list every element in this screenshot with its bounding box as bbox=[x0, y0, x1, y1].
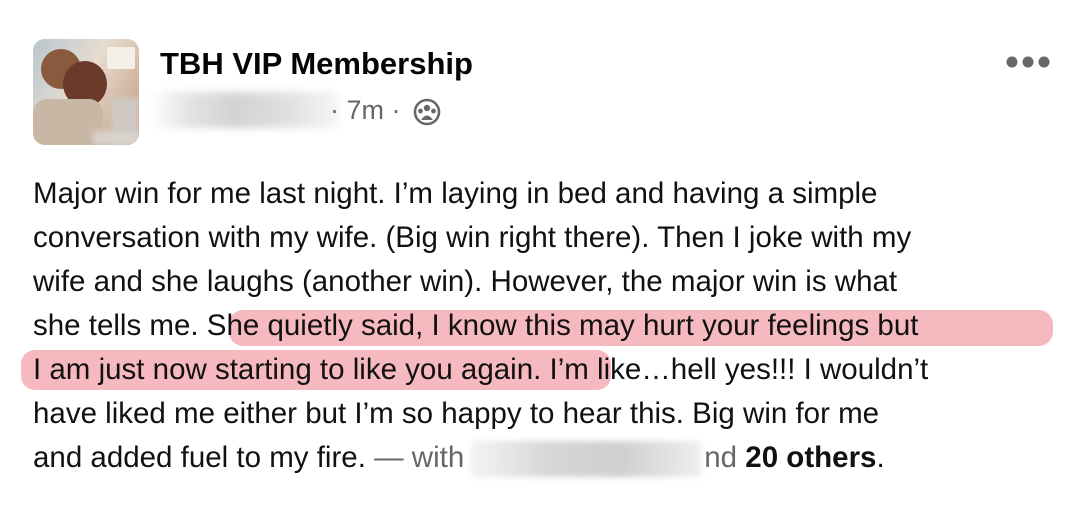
post-line-2: conversation with my wife. (Big win righ… bbox=[33, 221, 912, 254]
redacted-tagged-names bbox=[470, 441, 703, 478]
post-line-5-plain: . I’m like…hell yes!!! I wouldn’t bbox=[533, 353, 929, 386]
post-line-7: and added fuel to my fire. — with nd 20 o… bbox=[33, 436, 1063, 480]
post-body: Major win for me last night. I’m laying … bbox=[21, 172, 1063, 480]
more-dots-icon[interactable] bbox=[1005, 55, 1051, 69]
post-line-4-highlight: She quietly said, I know this may hurt y… bbox=[206, 309, 919, 342]
post-timestamp[interactable]: · 7m · bbox=[330, 95, 401, 126]
post-line-3: wife and she laughs (another win). Howev… bbox=[33, 265, 898, 298]
group-avatar[interactable] bbox=[33, 39, 139, 145]
post-line-4: she tells me. She quietly said, I know t… bbox=[33, 304, 1063, 348]
post-line-5: I am just now starting to like you again… bbox=[21, 348, 1063, 392]
post-line-1: Major win for me last night. I’m laying … bbox=[33, 177, 878, 210]
group-members-icon bbox=[413, 98, 441, 126]
post-line-6: have liked me either but I’m so happy to… bbox=[33, 397, 880, 430]
post-line-5-highlight: I am just now starting to like you again bbox=[33, 353, 534, 386]
post-line-7-plain: and added fuel to my fire. bbox=[33, 441, 375, 474]
post-line-4-plain: she tells me. bbox=[33, 309, 207, 342]
group-name-link[interactable]: TBH VIP Membership bbox=[160, 46, 473, 82]
tagged-with-label: — with bbox=[374, 441, 465, 474]
redacted-author-name bbox=[150, 92, 340, 128]
tagged-and-fragment: nd bbox=[704, 441, 738, 474]
tagged-period: . bbox=[876, 441, 885, 474]
tagged-others-link[interactable]: 20 others bbox=[745, 441, 876, 474]
